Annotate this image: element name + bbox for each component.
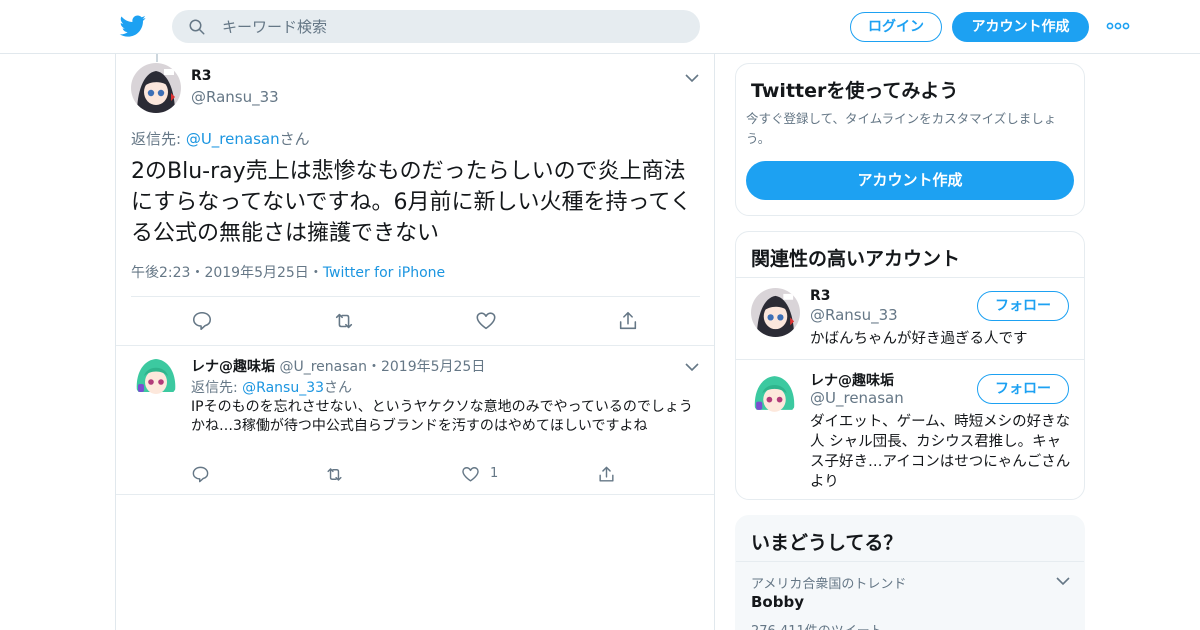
signup-card-title: Twitterを使ってみよう — [751, 80, 959, 102]
divider — [131, 296, 700, 297]
tweet-author-handle[interactable]: @U_renasan — [279, 359, 367, 375]
reply-prefix: 返信先: — [131, 130, 186, 148]
tweet-text: IPそのものを忘れさせない、というヤケクソな意地のみでやっているのでしょうかね…… — [191, 399, 693, 434]
divider — [116, 494, 714, 495]
avatar[interactable] — [133, 354, 179, 400]
account-handle[interactable]: @Ransu_33 — [810, 306, 898, 324]
tweet-time[interactable]: 午後2:23 — [131, 265, 190, 281]
search-input[interactable] — [222, 10, 682, 43]
search-icon — [189, 19, 205, 35]
account-bio: かばんちゃんが好き過ぎる人です — [810, 331, 1028, 347]
tweet-source-link[interactable]: Twitter for iPhone — [323, 265, 445, 281]
signup-card-button[interactable]: アカウント作成 — [746, 161, 1074, 200]
tweet-date[interactable]: 2019年5月25日 — [381, 359, 485, 375]
twitter-bird-icon[interactable] — [119, 13, 147, 39]
reply-suffix: さん — [279, 130, 310, 148]
meta-separator: ・ — [190, 265, 205, 281]
tweet-meta: 午後2:23・2019年5月25日・Twitter for iPhone — [131, 262, 445, 282]
reply-context: 返信先: @Ransu_33さん — [191, 377, 352, 397]
tweet-text: 2のBlu-ray売上は悲惨なものだったらしいので炎上商法にすらなってないですね… — [131, 159, 692, 246]
reply-to-link[interactable]: @Ransu_33 — [242, 380, 324, 396]
tweet-author-handle[interactable]: @Ransu_33 — [191, 88, 279, 106]
account-handle[interactable]: @U_renasan — [810, 389, 904, 407]
meta-separator: ・ — [308, 265, 323, 281]
tweet-header: レナ@趣味垢 @U_renasan・2019年5月25日 — [191, 356, 485, 376]
account-bio: ダイエット、ゲーム、時短メシの好きな人 シャル団長、カシウス君推し。キャス子好き… — [810, 414, 1071, 490]
related-accounts-title: 関連性の高いアカウント — [751, 248, 961, 270]
divider — [736, 277, 1084, 278]
account-name[interactable]: R3 — [810, 288, 831, 304]
trends-title: いまどうしてる？ — [751, 532, 903, 554]
divider — [116, 345, 714, 346]
search-box[interactable] — [172, 10, 700, 43]
trend-item[interactable]: Bobby — [751, 593, 804, 611]
avatar[interactable] — [751, 288, 800, 337]
chevron-down-icon[interactable] — [1056, 576, 1070, 586]
login-button[interactable]: ログイン — [850, 12, 942, 42]
follow-button[interactable]: フォロー — [977, 291, 1069, 321]
reply-suffix: さん — [324, 380, 353, 396]
trend-tweet-count: 276,411件のツイート — [751, 620, 883, 630]
avatar[interactable] — [131, 63, 181, 113]
top-navigation-bar: ログイン アカウント作成 — [0, 0, 1200, 54]
more-dots-icon[interactable] — [1106, 18, 1130, 34]
share-icon[interactable] — [617, 310, 639, 332]
retweet-icon[interactable] — [333, 310, 355, 332]
tweet-actions — [116, 310, 714, 334]
reply-icon[interactable] — [191, 465, 210, 484]
reply-context: 返信先: @U_renasanさん — [131, 128, 310, 149]
reply-to-link[interactable]: @U_renasan — [186, 130, 280, 148]
account-name[interactable]: レナ@趣味垢 — [810, 370, 894, 390]
like-count: 1 — [490, 466, 499, 481]
meta-separator: ・ — [366, 359, 381, 375]
tweet-date[interactable]: 2019年5月25日 — [204, 265, 308, 281]
divider — [736, 359, 1084, 360]
retweet-icon[interactable] — [325, 465, 344, 484]
trend-context: アメリカ合衆国のトレンド — [751, 577, 907, 592]
follow-button[interactable]: フォロー — [977, 374, 1069, 404]
tweet-column: R3 @Ransu_33 返信先: @U_renasanさん 2のBlu-ray… — [115, 54, 715, 630]
chevron-down-icon[interactable] — [685, 362, 699, 372]
signup-card: Twitterを使ってみよう 今すぐ登録して、タイムラインをカスタマイズしましょ… — [735, 63, 1085, 216]
share-icon[interactable] — [597, 465, 616, 484]
heart-icon[interactable] — [461, 465, 480, 484]
heart-icon[interactable] — [475, 310, 497, 332]
tweet-author-name[interactable]: R3 — [191, 68, 212, 84]
trends-card: いまどうしてる？ アメリカ合衆国のトレンド Bobby 276,411件のツイー… — [735, 515, 1085, 630]
chevron-down-icon[interactable] — [685, 73, 699, 83]
divider — [736, 561, 1084, 562]
reply-icon[interactable] — [191, 310, 213, 332]
avatar[interactable] — [751, 371, 798, 418]
tweet-author-name[interactable]: レナ@趣味垢 — [191, 359, 275, 375]
signup-button[interactable]: アカウント作成 — [952, 12, 1089, 42]
reply-prefix: 返信先: — [191, 380, 243, 396]
signup-card-subtitle: 今すぐ登録して、タイムラインをカスタマイズしましょう。 — [746, 111, 1057, 146]
related-accounts-card: 関連性の高いアカウント R3 @Ransu_33 フォロー かばんちゃんが好き過… — [735, 231, 1085, 500]
thread-connector — [156, 54, 158, 62]
